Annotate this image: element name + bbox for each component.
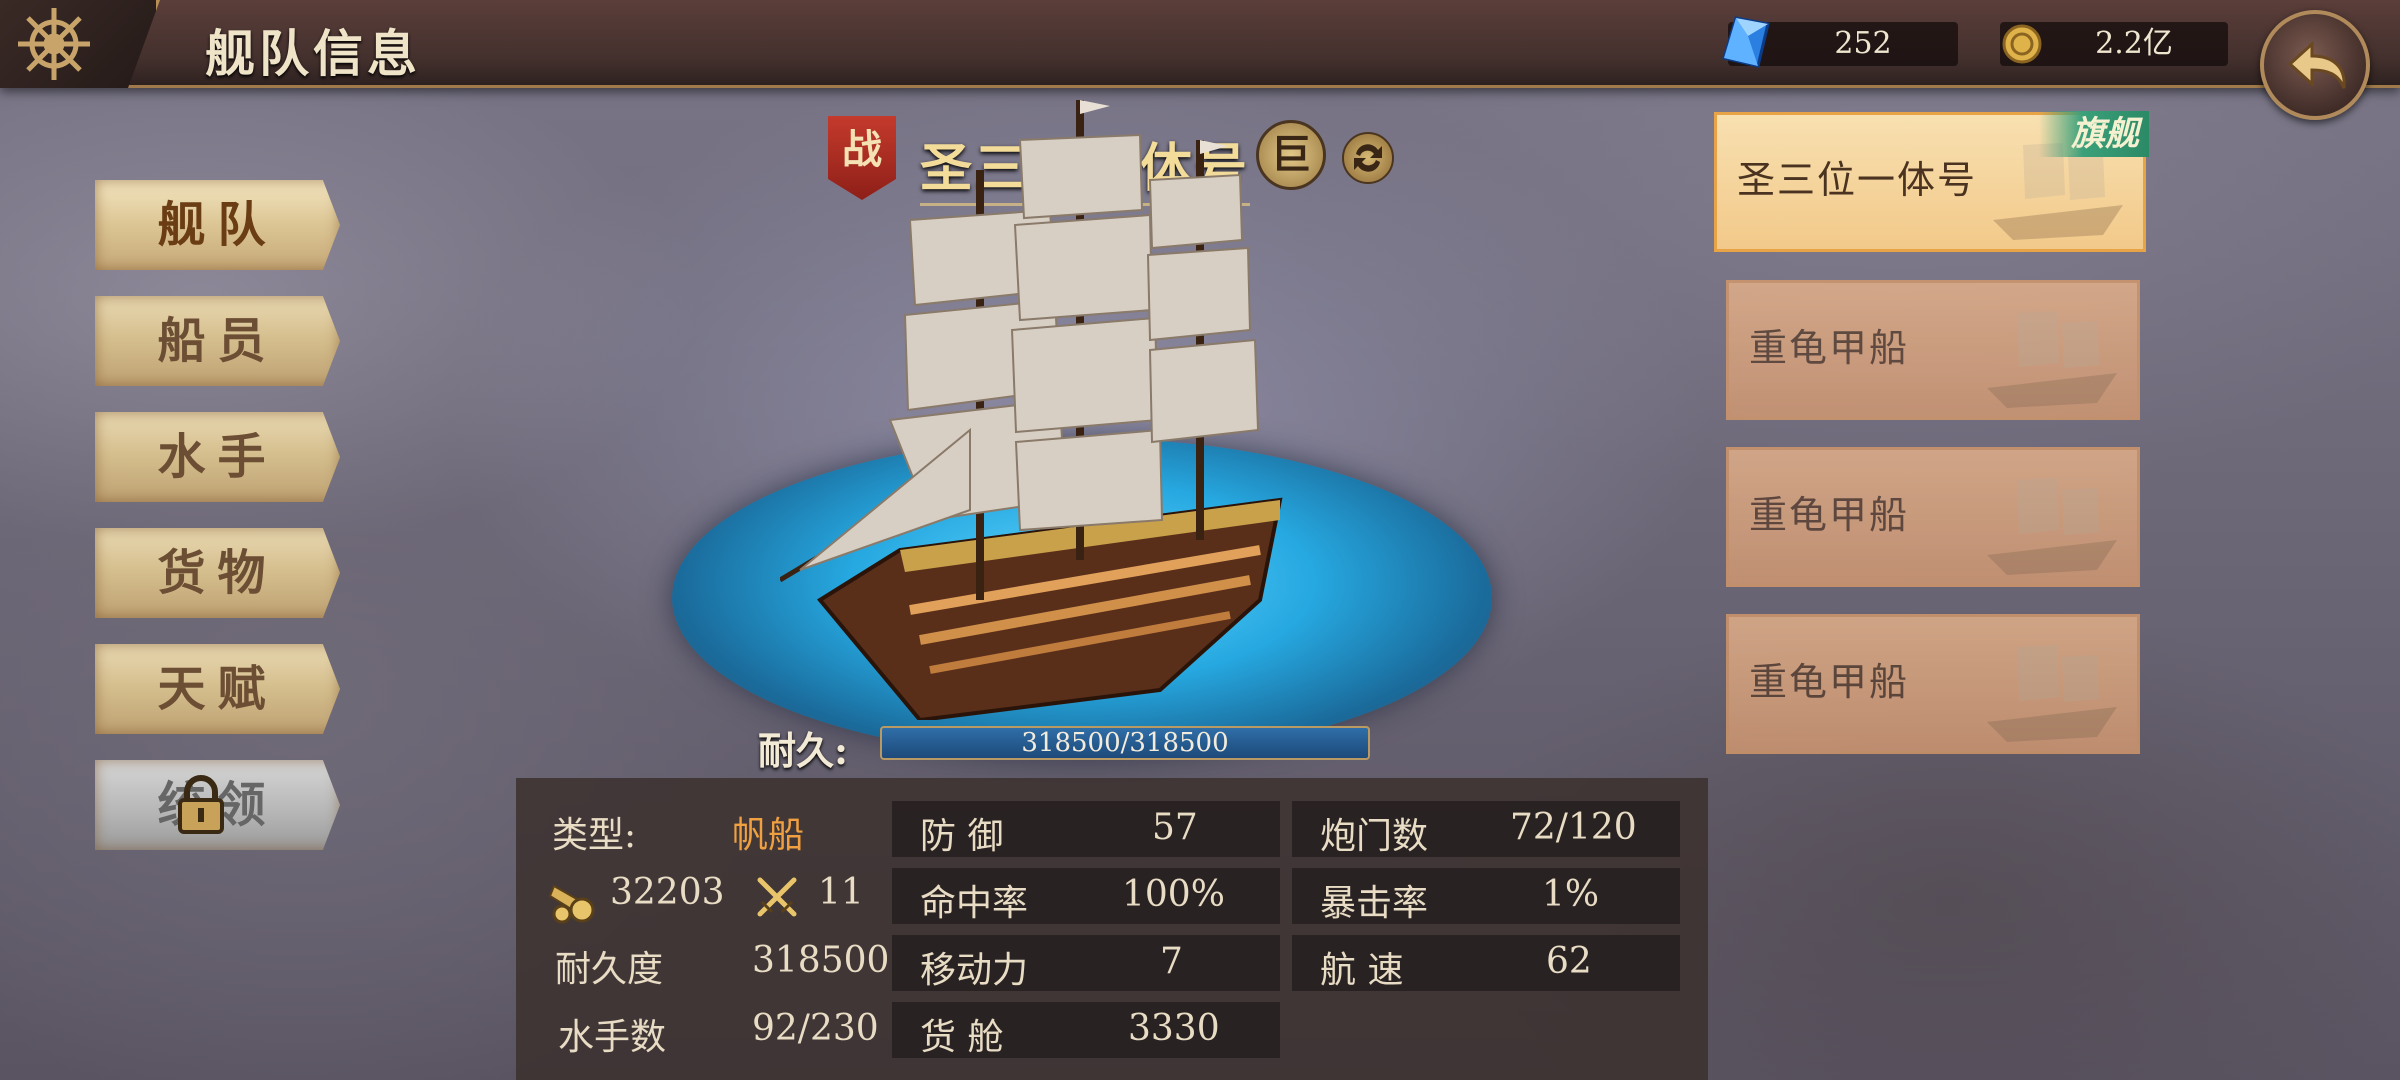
accuracy-row: 命中率 100% bbox=[892, 868, 1280, 924]
nav-crew[interactable]: 船员 bbox=[95, 296, 340, 386]
ship-wheel-icon bbox=[18, 8, 90, 80]
fleet-card-2[interactable]: 重龟甲船 bbox=[1726, 280, 2140, 420]
nav-fleet[interactable]: 舰队 bbox=[95, 180, 340, 270]
crit-value: 1% bbox=[1542, 874, 1600, 915]
cannon-icon bbox=[548, 884, 595, 924]
fleet-card-3[interactable]: 重龟甲船 bbox=[1726, 447, 2140, 587]
durability-stat-value: 318500 bbox=[752, 940, 890, 981]
fleet-card-name: 圣三位一体号 bbox=[1737, 158, 1978, 202]
accuracy-value: 100% bbox=[1122, 874, 1225, 915]
lock-icon bbox=[178, 775, 224, 834]
back-arrow-icon bbox=[2287, 40, 2346, 89]
blue-gem-icon bbox=[1722, 16, 1770, 68]
sailors-label: 水手数 bbox=[558, 1017, 667, 1058]
gunports-label: 炮门数 bbox=[1320, 816, 1429, 857]
cannon-power: 32203 bbox=[610, 872, 725, 913]
ship-silhouette-icon bbox=[1987, 645, 2117, 742]
melee-power: 11 bbox=[818, 872, 864, 913]
swap-ship-button[interactable] bbox=[1342, 132, 1394, 184]
crit-row: 暴击率 1% bbox=[1292, 868, 1680, 924]
durability-label: 耐久: bbox=[758, 728, 849, 773]
fleet-card-name: 重龟甲船 bbox=[1749, 660, 1910, 704]
crossed-swords-icon bbox=[757, 877, 797, 917]
menu-badge[interactable] bbox=[0, 0, 160, 88]
speed-value: 62 bbox=[1546, 941, 1592, 982]
gold-amount: 2.2亿 bbox=[2095, 26, 2173, 61]
ship-silhouette-icon bbox=[1987, 478, 2117, 575]
back-button[interactable] bbox=[2260, 10, 2370, 120]
gold-coin-icon bbox=[2002, 24, 2042, 64]
fleet-card-flagship[interactable]: 圣三位一体号 旗舰 bbox=[1714, 111, 2149, 252]
nav-talent[interactable]: 天赋 bbox=[95, 644, 340, 734]
top-bar: 舰队信息 252 2.2亿 bbox=[0, 0, 2400, 120]
type-label: 类型: bbox=[552, 815, 637, 856]
durability-value: 318500/318500 bbox=[1021, 728, 1229, 758]
durability-stat-label: 耐久度 bbox=[555, 949, 664, 990]
type-value: 帆船 bbox=[732, 815, 805, 856]
defense-label: 防 御 bbox=[920, 816, 1004, 857]
crit-label: 暴击率 bbox=[1320, 883, 1429, 924]
cargo-row: 货 舱 3330 bbox=[892, 1002, 1280, 1058]
cargo-value: 3330 bbox=[1128, 1008, 1220, 1049]
gunports-row: 炮门数 72/120 bbox=[1292, 801, 1680, 857]
durability-bar: 318500/318500 bbox=[880, 726, 1370, 760]
fleet-card-name: 重龟甲船 bbox=[1749, 493, 1910, 537]
speed-label: 航 速 bbox=[1320, 950, 1404, 991]
galleon-ship-model bbox=[780, 100, 1283, 720]
mobility-label: 移动力 bbox=[920, 950, 1029, 991]
flagship-tag: 旗舰 bbox=[2039, 111, 2149, 157]
nav-sailors[interactable]: 水手 bbox=[95, 412, 340, 502]
accuracy-label: 命中率 bbox=[920, 883, 1029, 924]
defense-value: 57 bbox=[1152, 807, 1198, 848]
sailors-value: 92/230 bbox=[752, 1008, 879, 1049]
gunports-value: 72/120 bbox=[1510, 807, 1637, 848]
fleet-card-name: 重龟甲船 bbox=[1749, 326, 1910, 370]
gem-amount: 252 bbox=[1834, 26, 1892, 61]
fleet-card-4[interactable]: 重龟甲船 bbox=[1726, 614, 2140, 754]
nav-cargo[interactable]: 货物 bbox=[95, 528, 340, 618]
speed-row: 航 速 62 bbox=[1292, 935, 1680, 991]
mobility-row: 移动力 7 bbox=[892, 935, 1280, 991]
mobility-value: 7 bbox=[1160, 941, 1183, 982]
cargo-label: 货 舱 bbox=[920, 1017, 1004, 1058]
swap-ship-icon bbox=[1354, 144, 1382, 172]
defense-row: 防 御 57 bbox=[892, 801, 1280, 857]
page-title: 舰队信息 bbox=[205, 24, 421, 83]
ship-silhouette-icon bbox=[1987, 311, 2117, 408]
